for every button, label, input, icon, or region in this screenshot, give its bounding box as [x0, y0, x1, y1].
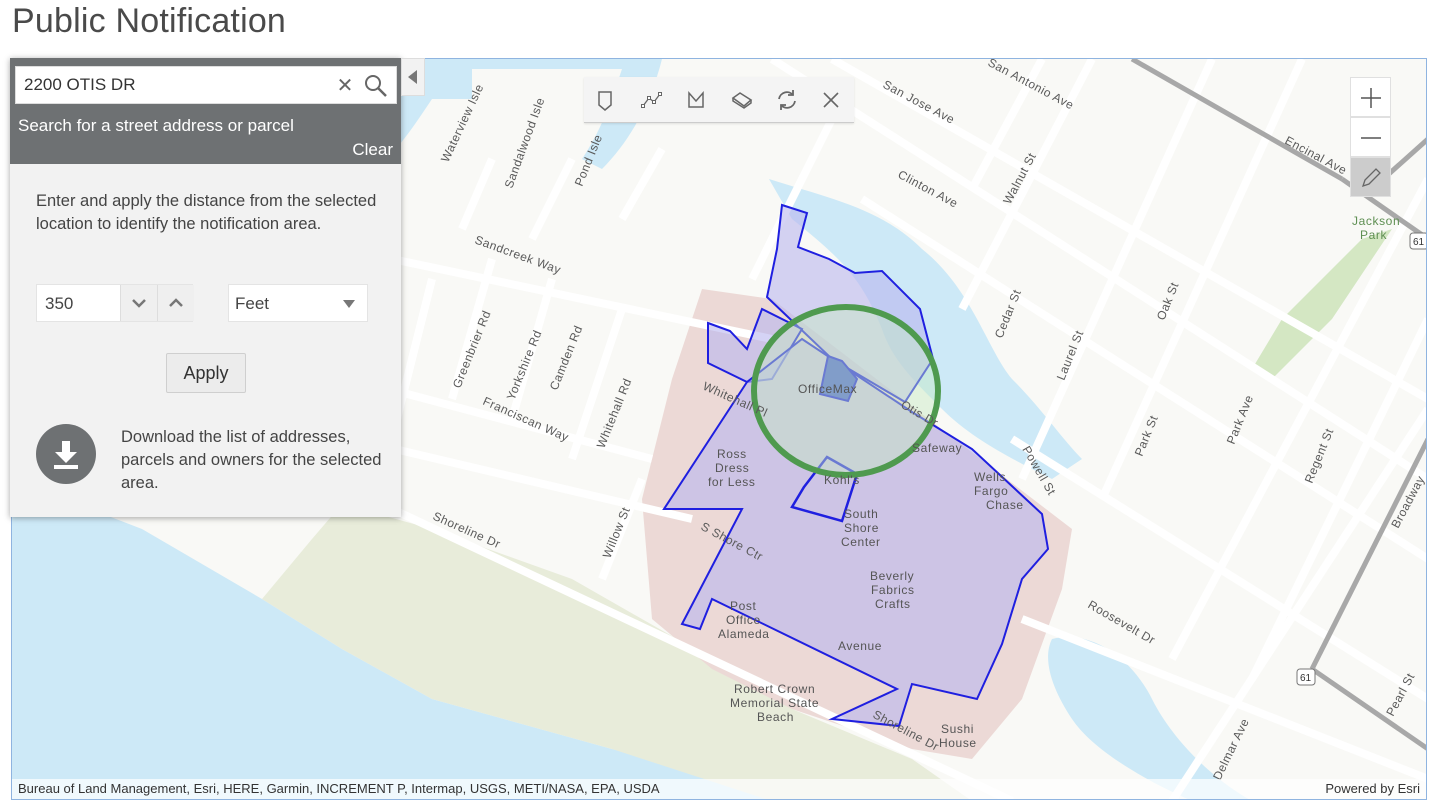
- poi-label: Crafts: [875, 597, 911, 611]
- close-tool[interactable]: [816, 85, 846, 115]
- street-label: Sandalwood Isle: [502, 95, 548, 190]
- poi-label: Beach: [757, 710, 794, 724]
- street-label: Park Ave: [1224, 393, 1256, 446]
- poi-label: Dress: [715, 461, 749, 475]
- street-label: San Jose Ave: [881, 77, 957, 127]
- unit-select[interactable]: Feet: [228, 284, 368, 322]
- polygon-tool[interactable]: [681, 85, 711, 115]
- poi-label: Avenue: [838, 639, 882, 653]
- poi-label: Shore: [844, 521, 879, 535]
- poi-label: Wells: [974, 470, 1006, 484]
- street-label: Roosevelt Dr: [1086, 597, 1158, 647]
- download-button[interactable]: [36, 424, 96, 484]
- point-icon: [598, 91, 612, 111]
- poi-label: House: [939, 736, 977, 750]
- poi-label: Sushi: [941, 722, 974, 736]
- edit-button[interactable]: [1350, 157, 1391, 197]
- street-label: Yorkshire Rd: [504, 328, 545, 402]
- poi-label: South: [844, 507, 878, 521]
- poi-label: for Less: [708, 475, 756, 489]
- poi-label: Memorial State: [730, 696, 819, 710]
- close-icon: [823, 92, 839, 108]
- notification-panel: ✕ Search for a street address or parcel …: [10, 58, 401, 517]
- distance-stepper: [36, 284, 194, 323]
- decrement-button[interactable]: [120, 285, 157, 321]
- poi-label: Ross: [717, 447, 747, 461]
- poi-label: Chase: [986, 498, 1024, 512]
- close-icon[interactable]: ✕: [334, 73, 356, 97]
- map-attribution: Bureau of Land Management, Esri, HERE, G…: [12, 779, 1426, 799]
- street-label: Regent St: [1302, 426, 1337, 485]
- eraser-tool[interactable]: [727, 85, 757, 115]
- clear-button[interactable]: Clear: [352, 140, 393, 160]
- draw-toolbar: [584, 77, 854, 123]
- polyline-icon: [641, 92, 662, 108]
- powered-by-esri-link[interactable]: Powered by Esri: [1325, 781, 1420, 796]
- chevron-down-icon: [132, 299, 146, 308]
- poi-label: Fabrics: [871, 583, 915, 597]
- zoom-in-button[interactable]: [1350, 77, 1391, 117]
- poi-label: Kohl's: [824, 473, 860, 487]
- jackson-park: [1252, 229, 1392, 379]
- poi-label: Alameda: [718, 627, 770, 641]
- poi-label: Fargo: [974, 484, 1008, 498]
- refresh-tool[interactable]: [772, 85, 802, 115]
- poi-label: Center: [841, 535, 881, 549]
- collapse-panel-button[interactable]: [401, 58, 425, 96]
- page-title: Public Notification: [12, 2, 287, 40]
- park-label: Jackson: [1352, 214, 1400, 228]
- increment-button[interactable]: [157, 285, 194, 321]
- poi-label: OfficeMax: [798, 382, 857, 396]
- search-hint: Search for a street address or parcel: [18, 116, 294, 135]
- poi-label: Post: [730, 599, 756, 613]
- search-header: ✕ Search for a street address or parcel …: [10, 58, 401, 164]
- poi-label: Robert Crown: [734, 682, 815, 696]
- pencil-icon: [1361, 168, 1381, 188]
- street-label: Camden Rd: [547, 323, 586, 392]
- zoom-controls: [1350, 77, 1391, 197]
- chevron-up-icon: [169, 298, 183, 307]
- search-icon[interactable]: [362, 72, 390, 100]
- apply-button[interactable]: Apply: [166, 353, 246, 393]
- refresh-icon: [778, 90, 796, 110]
- zoom-in-icon: [1361, 88, 1381, 108]
- svg-text:61: 61: [1413, 237, 1425, 248]
- poi-label: Safeway: [912, 441, 962, 455]
- distance-input[interactable]: [43, 285, 117, 323]
- buffer-instructions: Enter and apply the distance from the se…: [36, 192, 377, 233]
- download-description: Download the list of addresses, parcels …: [121, 428, 382, 492]
- zoom-out-button[interactable]: [1350, 117, 1391, 157]
- poi-label: Office: [726, 613, 761, 627]
- search-box: ✕: [15, 66, 397, 104]
- unit-value: Feet: [235, 294, 270, 313]
- park-label: Park: [1360, 228, 1387, 242]
- caret-down-icon: [343, 300, 355, 308]
- polyline-tool[interactable]: [637, 85, 667, 115]
- point-tool[interactable]: [590, 85, 620, 115]
- zoom-out-icon: [1361, 137, 1381, 139]
- poi-label: Beverly: [870, 569, 914, 583]
- download-icon: [54, 441, 78, 469]
- street-label: Cedar St: [992, 287, 1024, 340]
- polygon-icon: [688, 91, 704, 108]
- street-label: San Antonio Ave: [986, 59, 1077, 112]
- street-label: Encinal Ave: [1283, 133, 1350, 177]
- attribution-text: Bureau of Land Management, Esri, HERE, G…: [18, 781, 660, 796]
- eraser-icon: [731, 92, 753, 109]
- address-search-input[interactable]: [24, 67, 324, 103]
- svg-text:61: 61: [1300, 673, 1312, 684]
